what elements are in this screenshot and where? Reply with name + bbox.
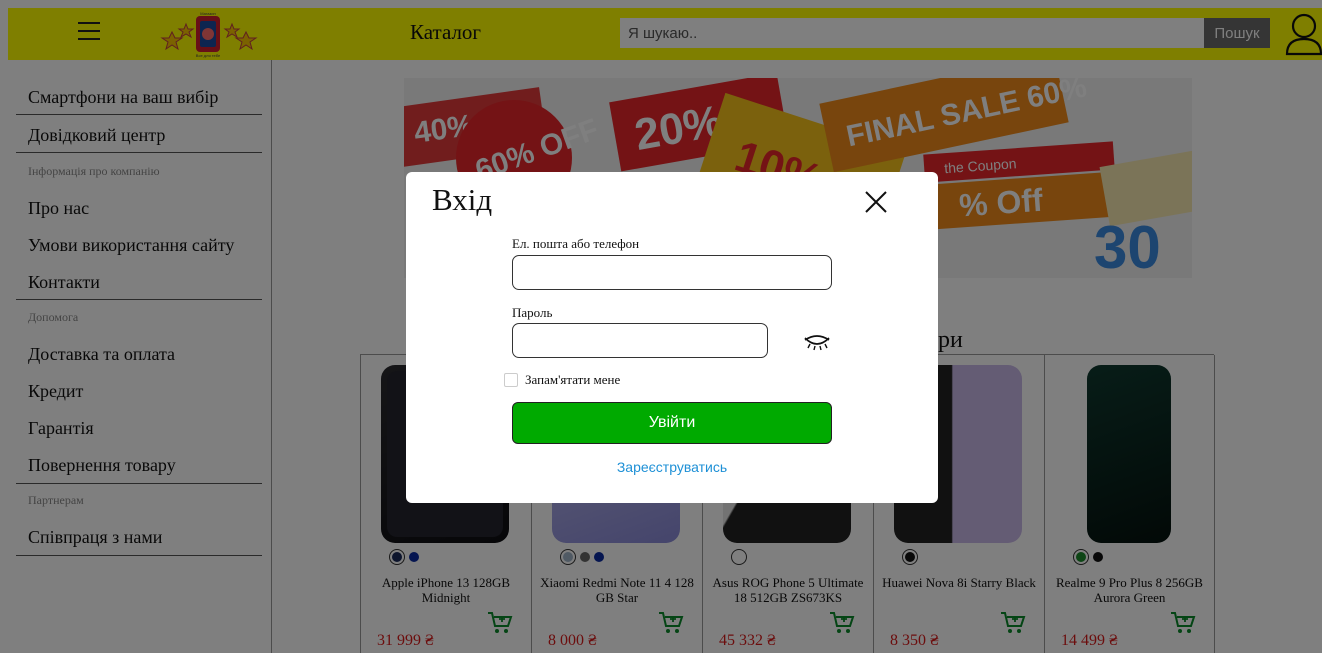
- email-label: Ел. пошта або телефон: [512, 236, 640, 251]
- remember-checkbox[interactable]: [504, 373, 518, 387]
- login-button[interactable]: Увійти: [512, 402, 832, 444]
- remember-label[interactable]: Запам'ятати мене: [525, 372, 620, 388]
- login-modal: Вхід Ел. пошта або телефон Пароль Запам'…: [406, 172, 938, 503]
- password-label: Пароль: [512, 305, 553, 320]
- password-field[interactable]: [512, 323, 768, 358]
- modal-title: Вхід: [432, 182, 493, 217]
- close-icon[interactable]: [862, 188, 890, 216]
- register-link[interactable]: Зареєструватись: [406, 459, 938, 475]
- eye-closed-icon[interactable]: [802, 330, 832, 354]
- email-field[interactable]: [512, 255, 832, 290]
